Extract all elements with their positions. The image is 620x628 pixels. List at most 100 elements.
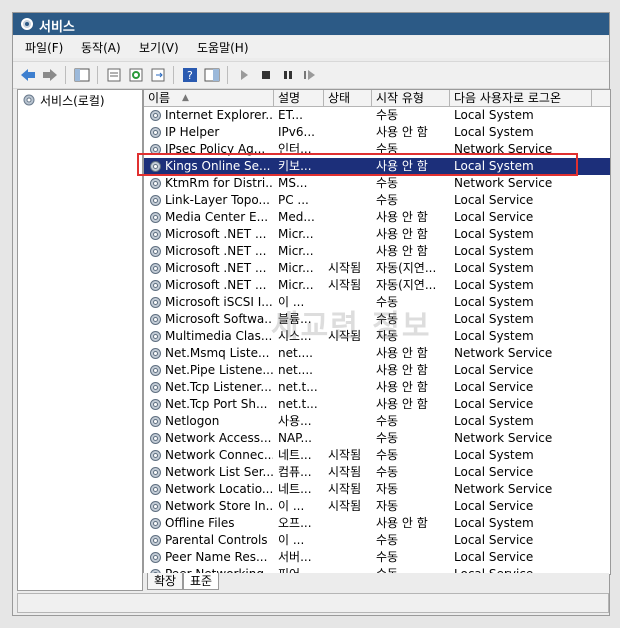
table-row[interactable]: Net.Pipe Listene... net.... 사용 안 함 Local Se… [144,362,610,379]
cell-desc: net.... [278,363,313,377]
table-row[interactable]: Netlogon 사용... 수동 Local System [144,413,610,430]
cell-logon: Local System [454,329,534,343]
table-row[interactable]: Multimedia Clas... 시스... 시작됨 자동 Local System [144,328,610,345]
refresh-icon[interactable] [127,66,145,84]
table-row[interactable]: Net.Tcp Port Sh... net.t... 사용 안 함 Local Se… [144,396,610,413]
table-row[interactable]: Internet Explorer... ET... 수동 Local System [144,107,610,124]
action-pane-icon[interactable] [203,66,221,84]
export-list-icon[interactable] [149,66,167,84]
cell-name: Peer Name Res... [165,550,268,564]
start-service-icon[interactable] [235,66,253,84]
toolbar-separator [97,66,98,84]
column-header-startup[interactable]: 시작 유형 [372,90,450,106]
tab-extended[interactable]: 확장 [147,573,184,590]
table-row[interactable]: Net.Tcp Listener... net.t... 사용 안 함 Local S… [144,379,610,396]
toolbar-separator [173,66,174,84]
cell-logon: Local Service [454,397,534,411]
cell-logon: Network Service [454,346,553,360]
cell-logon: Local System [454,125,534,139]
menu-help[interactable]: 도움말(H) [197,39,249,56]
cell-status [328,379,372,396]
table-row[interactable]: Microsoft .NET ... Micr... 시작됨 자동(지연... Loca… [144,260,610,277]
service-gear-icon [150,314,161,325]
service-gear-icon [150,178,161,189]
cell-desc: Micr... [278,244,314,258]
cell-name: Network List Ser... [165,465,273,479]
cell-status [328,430,372,447]
services-list[interactable]: 이름 ▲ 설명 상태 시작 유형 다음 사용자로 로그온 Internet Ex… [143,89,611,575]
cell-desc: 이 ... [278,295,305,309]
cell-desc: MS... [278,176,308,190]
menu-view[interactable]: 보기(V) [139,39,179,56]
table-row[interactable]: Microsoft Softwa... 블륨... 수동 Local System [144,311,610,328]
svg-text:?: ? [187,69,193,82]
services-gear-icon [23,94,35,106]
table-row[interactable]: Network Store In... 이 ... 시작됨 자동 Local Servi… [144,498,610,515]
column-header-logon[interactable]: 다음 사용자로 로그온 [450,90,592,106]
service-gear-icon [150,450,161,461]
table-row[interactable]: Link-Layer Topo... PC ... 수동 Local Service [144,192,610,209]
help-icon[interactable]: ? [181,66,199,84]
table-row[interactable]: Kings Online Se... 키보... 사용 안 함 Local Syste… [144,158,610,175]
toolbar: ? [13,61,609,89]
forward-icon[interactable] [41,66,59,84]
service-gear-icon [150,518,161,529]
cell-logon: Local System [454,414,534,428]
table-row[interactable]: Network Locatio... 네트... 시작됨 자동 Network Serv… [144,481,610,498]
table-row[interactable]: IPsec Policy Ag... 인터... 수동 Network Service [144,141,610,158]
table-row[interactable]: Media Center E... Med... 사용 안 함 Local Servi… [144,209,610,226]
cell-logon: Local System [454,312,534,326]
tree-item-services-local[interactable]: 서비스(로컬) [22,92,105,108]
menu-file[interactable]: 파일(F) [25,39,63,56]
column-name-label: 이름 [148,91,171,105]
pause-service-icon[interactable] [279,66,297,84]
service-gear-icon [150,297,161,308]
column-header-status[interactable]: 상태 [324,90,372,106]
table-row[interactable]: KtmRm for Distri... MS... 수동 Network Servic… [144,175,610,192]
cell-status [328,413,372,430]
column-header-desc[interactable]: 설명 [274,90,324,106]
table-row[interactable]: Microsoft .NET ... Micr... 시작됨 자동(지연... Loca… [144,277,610,294]
console-tree[interactable]: 서비스(로컬) [17,89,143,591]
cell-name: Netlogon [165,414,220,428]
cell-name: Multimedia Clas... [165,329,273,343]
table-row[interactable]: Peer Name Res... 서버... 수동 Local Service [144,549,610,566]
cell-logon: Local System [454,448,534,462]
table-row[interactable]: Network Connec... 네트... 시작됨 수동 Local System [144,447,610,464]
table-row[interactable]: Parental Controls 이 ... 수동 Local Service [144,532,610,549]
service-gear-icon [150,246,161,257]
cell-name: Net.Pipe Listene... [165,363,273,377]
column-logon-label: 다음 사용자로 로그온 [454,91,561,105]
list-header: 이름 ▲ 설명 상태 시작 유형 다음 사용자로 로그온 [144,90,610,107]
back-icon[interactable] [19,66,37,84]
table-row[interactable]: Net.Msmq Liste... net.... 사용 안 함 Network Se… [144,345,610,362]
cell-startup: 사용 안 함 [376,346,428,360]
cell-name: Net.Tcp Port Sh... [165,397,268,411]
table-row[interactable]: Network List Ser... 컴퓨... 시작됨 수동 Local Servi… [144,464,610,481]
cell-status [328,158,372,175]
show-hide-console-tree-icon[interactable] [73,66,91,84]
table-row[interactable]: Microsoft .NET ... Micr... 사용 안 함 Local Sys… [144,226,610,243]
stop-service-icon[interactable] [257,66,275,84]
properties-icon[interactable] [105,66,123,84]
restart-service-icon[interactable] [301,66,319,84]
cell-status [328,107,372,124]
cell-desc: 이 ... [278,533,305,547]
table-row[interactable]: Microsoft iSCSI I... 이 ... 수동 Local System [144,294,610,311]
toolbar-separator [65,66,66,84]
cell-status: 시작됨 [328,278,362,292]
cell-startup: 사용 안 함 [376,210,428,224]
cell-startup: 수동 [376,431,399,445]
table-row[interactable]: Microsoft .NET ... Micr... 사용 안 함 Local Sys… [144,243,610,260]
cell-name: Network Store In... [165,499,273,513]
cell-startup: 수동 [376,142,399,156]
table-row[interactable]: Network Access... NAP... 수동 Network Service [144,430,610,447]
table-row[interactable]: Offline Files 오프... 사용 안 함 Local System [144,515,610,532]
tab-standard[interactable]: 표준 [183,573,220,590]
cell-startup: 사용 안 함 [376,380,428,394]
menu-action[interactable]: 동작(A) [81,39,121,56]
column-header-name[interactable]: 이름 ▲ [144,90,274,106]
cell-status: 시작됨 [328,329,362,343]
table-row[interactable]: IP Helper IPv6... 사용 안 함 Local System [144,124,610,141]
cell-startup: 수동 [376,448,399,462]
